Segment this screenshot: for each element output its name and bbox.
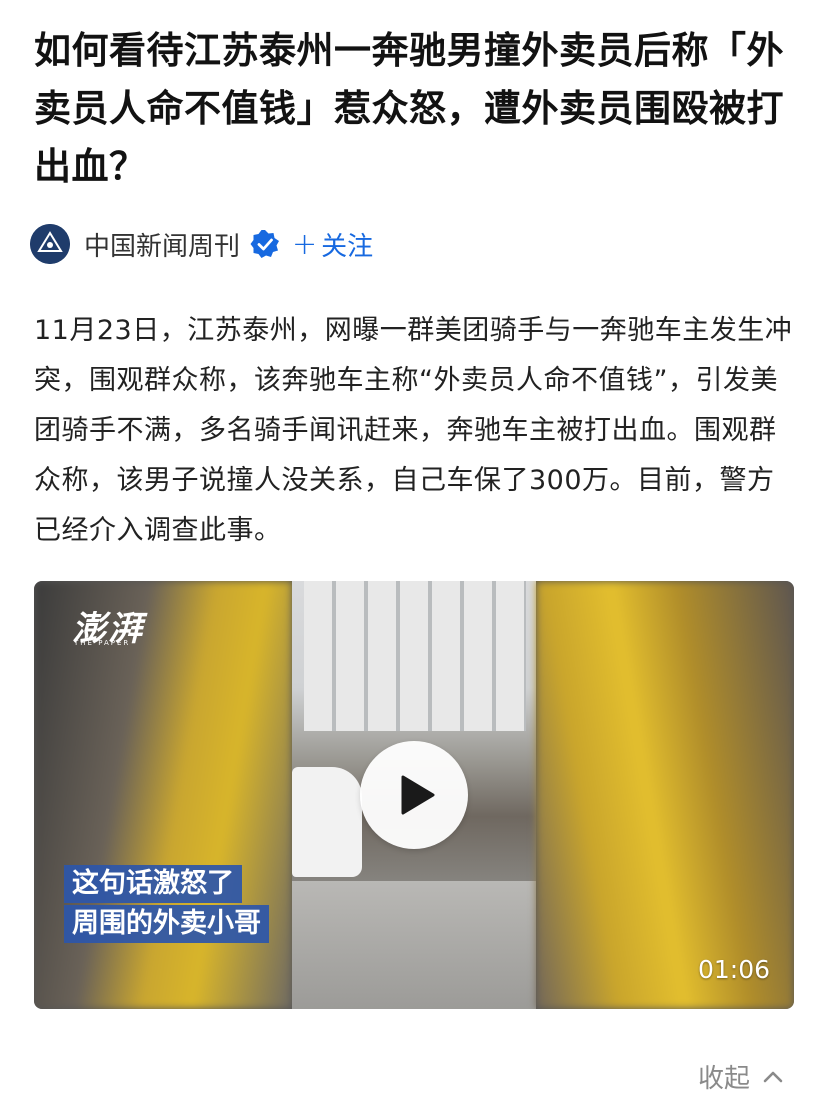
article-body: 11月23日，江苏泰州，网曝一群美团骑手与一奔驰车主发生冲突，围观群众称，该奔驰… bbox=[34, 315, 793, 546]
author-logo-icon bbox=[30, 224, 70, 264]
video-watermark-sub: THE PAPER bbox=[74, 639, 131, 647]
video-building bbox=[304, 581, 526, 731]
author-name[interactable]: 中国新闻周刊 bbox=[84, 226, 240, 263]
collapse-label: 收起 bbox=[697, 1064, 750, 1094]
question-title: 如何看待江苏泰州一奔驰男撞外卖员后称「外卖员人命不值钱」惹众怒，遭外卖员围殴被打… bbox=[34, 29, 784, 188]
video-road bbox=[292, 881, 536, 1009]
chevron-up-icon bbox=[763, 1071, 783, 1082]
plus-icon: + bbox=[292, 226, 318, 262]
video-blur-right bbox=[536, 581, 794, 1009]
follow-button[interactable]: + 关注 bbox=[292, 226, 373, 263]
author-row: 中国新闻周刊 + 关注 bbox=[30, 222, 373, 266]
video-duration: 01:06 bbox=[697, 955, 770, 984]
play-button[interactable] bbox=[360, 741, 468, 849]
video-caption: 这句话激怒了 周围的外卖小哥 bbox=[64, 865, 269, 945]
video-player[interactable]: 澎湃 THE PAPER 这句话激怒了 周围的外卖小哥 01:06 bbox=[34, 581, 794, 1009]
verified-badge-icon bbox=[250, 230, 280, 258]
play-icon bbox=[401, 775, 435, 815]
video-caption-line: 周围的外卖小哥 bbox=[64, 905, 269, 943]
collapse-button[interactable]: 收起 bbox=[698, 1058, 784, 1095]
video-car bbox=[292, 767, 362, 877]
follow-label: 关注 bbox=[321, 231, 374, 262]
author-avatar[interactable] bbox=[30, 224, 70, 264]
video-caption-line: 这句话激怒了 bbox=[64, 865, 242, 903]
